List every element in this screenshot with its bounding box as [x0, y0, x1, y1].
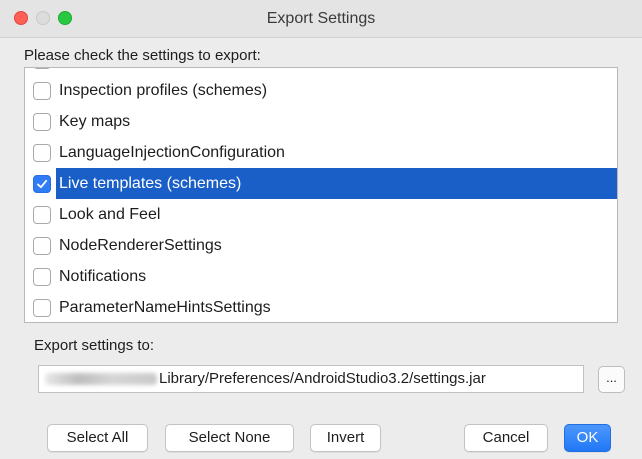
export-path-field[interactable]: Library/Preferences/AndroidStudio3.2/set… — [38, 365, 584, 393]
setting-checkbox[interactable] — [33, 81, 51, 100]
title-bar: Export Settings — [0, 0, 642, 38]
setting-checkbox[interactable] — [33, 298, 51, 317]
setting-checkbox[interactable] — [33, 205, 51, 224]
export-path-label: Export settings to: — [34, 337, 155, 354]
settings-list-item[interactable]: Key maps — [25, 106, 617, 137]
setting-checkbox[interactable] — [33, 174, 51, 193]
setting-checkbox[interactable] — [33, 68, 51, 69]
settings-list-item[interactable]: Gradle: System Running — [25, 68, 617, 75]
setting-checkbox[interactable] — [33, 112, 51, 131]
setting-label: Gradle: System Running — [56, 68, 617, 75]
setting-label: NodeRendererSettings — [59, 237, 222, 254]
setting-checkbox[interactable] — [33, 236, 51, 255]
window-title: Export Settings — [266, 10, 376, 27]
browse-button[interactable]: ... — [598, 366, 625, 393]
settings-list-item[interactable]: NodeRendererSettings — [25, 230, 617, 261]
setting-label: Live templates (schemes) — [56, 168, 617, 199]
settings-list-item[interactable]: Live templates (schemes) — [25, 168, 617, 199]
setting-label: ParameterNameHintsSettings — [59, 299, 271, 316]
checkmark-icon — [37, 179, 48, 188]
setting-label: Look and Feel — [59, 206, 161, 223]
settings-list-item[interactable]: Look and Feel — [25, 199, 617, 230]
settings-list-item[interactable]: Notifications — [25, 261, 617, 292]
settings-list-content: Gradle: System Running Inspection profile… — [25, 68, 617, 322]
setting-label: Inspection profiles (schemes) — [59, 82, 268, 99]
select-none-button[interactable]: Select None — [165, 424, 294, 452]
settings-prompt: Please check the settings to export: — [24, 47, 261, 64]
setting-label: LanguageInjectionConfiguration — [59, 144, 285, 161]
export-path-text: Library/Preferences/AndroidStudio3.2/set… — [159, 370, 486, 387]
ok-button[interactable]: OK — [564, 424, 611, 452]
setting-checkbox[interactable] — [33, 143, 51, 162]
settings-list-item[interactable]: LanguageInjectionConfiguration — [25, 137, 617, 168]
settings-list[interactable]: Gradle: System Running Inspection profile… — [24, 67, 618, 323]
settings-list-item[interactable]: Inspection profiles (schemes) — [25, 75, 617, 106]
select-all-button[interactable]: Select All — [47, 424, 148, 452]
setting-label: Key maps — [59, 113, 131, 130]
setting-label: Notifications — [59, 268, 147, 285]
redacted-path-segment — [45, 373, 157, 386]
export-settings-dialog: Export Settings Please check the setting… — [0, 0, 642, 459]
cancel-button[interactable]: Cancel — [464, 424, 548, 452]
settings-list-item[interactable]: ParameterNameHintsSettings — [25, 292, 617, 322]
invert-button[interactable]: Invert — [310, 424, 381, 452]
setting-checkbox[interactable] — [33, 267, 51, 286]
